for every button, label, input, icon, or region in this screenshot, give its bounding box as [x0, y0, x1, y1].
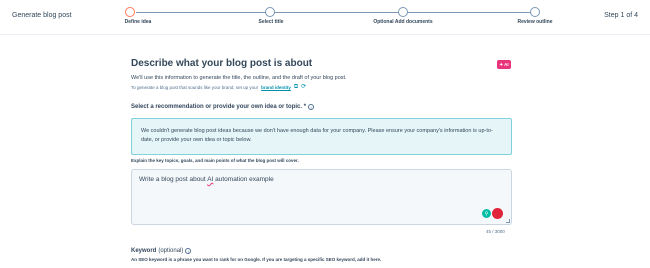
wizard-header: Generate blog post Define idea Select ti…: [0, 0, 650, 34]
keyword-optional-tag: (optional): [158, 248, 184, 254]
step-add-documents-indicator[interactable]: [398, 7, 408, 17]
step-add-documents-label: Optional Add documents: [373, 19, 433, 25]
idea-textarea[interactable]: Write a blog post about AI automation ex…: [131, 169, 512, 225]
idea-text-start: Write a blog post about: [139, 176, 208, 183]
section-title: Describe what your blog post is about: [131, 58, 313, 69]
external-link-icon[interactable]: ⧉: [294, 84, 298, 90]
resize-handle[interactable]: [506, 219, 510, 223]
idea-text-end: automation example: [213, 176, 274, 183]
refresh-icon[interactable]: ⟳: [301, 84, 306, 90]
step-counter: Step 1 of 4: [604, 12, 638, 19]
recommendation-label-text: Select a recommendation or provide your …: [131, 104, 307, 110]
brand-hint-text: To generate a blog post that sounds like…: [131, 84, 259, 90]
keyword-label-text: Keyword: [131, 248, 157, 254]
section-description: We'll use this information to generate t…: [131, 75, 347, 81]
app-title: Generate blog post: [12, 12, 72, 19]
idea-help-text: Explain the key topics, goals, and main …: [131, 158, 299, 163]
record-icon[interactable]: [492, 208, 503, 219]
step-select-title-label: Select title: [258, 19, 284, 25]
info-icon[interactable]: i: [308, 104, 315, 110]
keyword-info-icon[interactable]: i: [185, 248, 192, 254]
brand-identity-hint: To generate a blog post that sounds like…: [131, 84, 306, 90]
ai-badge: ✦ AI: [497, 60, 511, 69]
step-review-outline-indicator[interactable]: [530, 7, 540, 17]
header-divider: [0, 34, 650, 35]
stepper-track: [136, 12, 536, 13]
brand-identity-link[interactable]: brand identity: [261, 85, 291, 90]
keyword-help-text: An SEO keyword is a phrase you want to r…: [131, 257, 382, 262]
step-review-outline-label: Review outline: [517, 19, 553, 25]
step-select-title-indicator[interactable]: [265, 7, 275, 17]
no-recommendations-alert: We couldn't generate blog post ideas bec…: [131, 118, 512, 155]
step-define-idea-label: Define idea: [124, 19, 152, 25]
grammar-assist-icon[interactable]: ⚲: [482, 209, 491, 218]
recommendation-label: Select a recommendation or provide your …: [131, 104, 315, 110]
character-count: 45 / 3000: [486, 229, 505, 234]
keyword-label: Keyword (optional) i: [131, 248, 192, 254]
step-define-idea-indicator[interactable]: [125, 7, 135, 17]
